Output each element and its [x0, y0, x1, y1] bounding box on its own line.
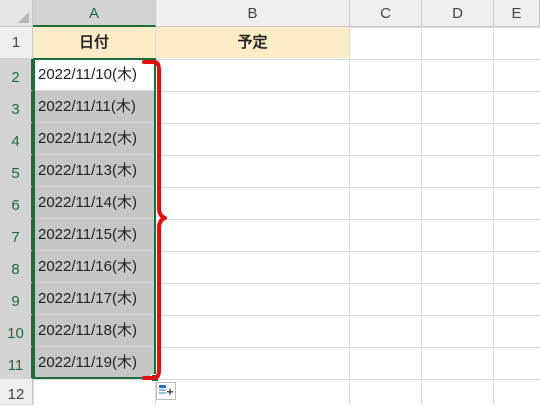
select-all-triangle-icon [18, 12, 29, 23]
quick-analysis-icon [159, 385, 173, 395]
column-header-d[interactable]: D [422, 0, 494, 27]
row-header-8[interactable]: 8 [0, 251, 33, 283]
quick-analysis-button[interactable] [156, 382, 176, 400]
select-all-button[interactable] [0, 0, 33, 27]
column-header-a[interactable]: A [33, 0, 156, 27]
selection-range-border [33, 58, 156, 379]
cell-a1-date-header[interactable]: 日付 [33, 27, 155, 58]
column-header-c[interactable]: C [350, 0, 422, 27]
column-header-e[interactable]: E [494, 0, 540, 27]
cell-b1-schedule-header[interactable]: 予定 [156, 27, 349, 58]
row-header-3[interactable]: 3 [0, 91, 33, 123]
row-header-10[interactable]: 10 [0, 315, 33, 347]
row-header-6[interactable]: 6 [0, 187, 33, 219]
gridline [349, 27, 350, 405]
gridline [493, 27, 494, 405]
gridline [421, 27, 422, 405]
spreadsheet: A B C D E 1 2 3 4 5 6 7 8 9 10 11 12 日付 … [0, 0, 540, 405]
column-header-b[interactable]: B [156, 0, 350, 27]
row-header-4[interactable]: 4 [0, 123, 33, 155]
row-header-9[interactable]: 9 [0, 283, 33, 315]
row-header-1[interactable]: 1 [0, 27, 33, 59]
row-header-2[interactable]: 2 [0, 59, 33, 91]
row-header-12[interactable]: 12 [0, 379, 33, 405]
row-header-5[interactable]: 5 [0, 155, 33, 187]
red-brace-annotation [142, 60, 167, 380]
row-header-7[interactable]: 7 [0, 219, 33, 251]
row-header-11[interactable]: 11 [0, 347, 33, 379]
